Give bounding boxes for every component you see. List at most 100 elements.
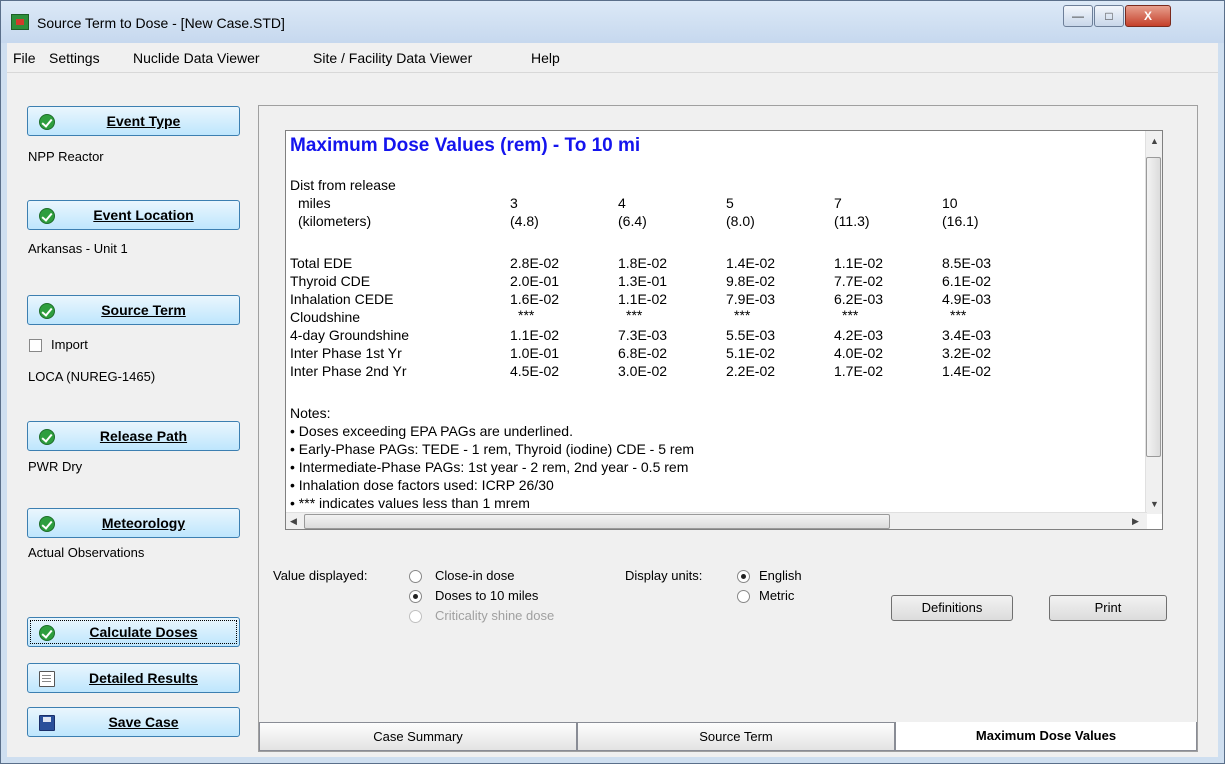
menu-nuclide-data-viewer[interactable]: Nuclide Data Viewer — [133, 50, 260, 66]
dose-value: 1.7E-02 — [834, 363, 884, 379]
dose-value: 4.5E-02 — [510, 363, 560, 379]
row-label: Inter Phase 2nd Yr — [290, 363, 407, 379]
main-panel: Maximum Dose Values (rem) - To 10 mi Dis… — [258, 105, 1198, 752]
criticality-shine-label: Criticality shine dose — [435, 608, 555, 623]
report-title: Maximum Dose Values (rem) - To 10 mi — [290, 135, 641, 156]
meteorology-label: Meteorology — [101, 515, 186, 531]
close-in-dose-label: Close-in dose — [435, 568, 515, 583]
scroll-down-icon[interactable]: ▼ — [1150, 499, 1159, 509]
dose-value: 6.8E-02 — [618, 345, 668, 361]
metric-radio[interactable] — [737, 590, 750, 603]
english-radio[interactable] — [737, 570, 750, 583]
row-label: Cloudshine — [290, 309, 361, 325]
km-value: (8.0) — [726, 213, 755, 229]
note-item: • Doses exceeding EPA PAGs are underline… — [290, 423, 573, 439]
scroll-right-icon[interactable]: ▶ — [1132, 516, 1139, 527]
tab-maximum-dose-values[interactable]: Maximum Dose Values — [895, 722, 1197, 751]
release-path-label: Release Path — [99, 428, 188, 444]
dose-value: 7.7E-02 — [834, 273, 884, 289]
dist-header: Dist from release — [290, 177, 396, 193]
note-item: • Early-Phase PAGs: TEDE - 1 rem, Thyroi… — [290, 441, 695, 457]
value-displayed-label: Value displayed: — [273, 568, 368, 583]
miles-value: 4 — [618, 195, 626, 211]
close-button[interactable]: X — [1125, 5, 1171, 27]
miles-value: 10 — [942, 195, 958, 211]
dose-value: 7.9E-03 — [726, 291, 776, 307]
row-label: Inhalation CEDE — [290, 291, 394, 307]
km-value: (11.3) — [834, 213, 870, 229]
scroll-up-icon[interactable]: ▲ — [1150, 136, 1159, 146]
event-location-value: Arkansas - Unit 1 — [28, 241, 128, 256]
client-area: Event Type NPP Reactor Event Location Ar… — [7, 73, 1218, 757]
dose-value: 2.0E-01 — [510, 273, 560, 289]
event-type-value: NPP Reactor — [28, 149, 104, 164]
dose-value: 2.2E-02 — [726, 363, 776, 379]
scroll-left-icon[interactable]: ◀ — [290, 516, 297, 527]
minimize-button[interactable]: — — [1063, 5, 1093, 27]
km-value: (6.4) — [618, 213, 647, 229]
save-case-label: Save Case — [108, 714, 179, 730]
window-title: Source Term to Dose - [New Case.STD] — [37, 15, 285, 31]
horizontal-scrollbar[interactable]: ◀ ▶ — [286, 512, 1147, 529]
dose-value: 1.4E-02 — [726, 255, 776, 271]
row-label: Thyroid CDE — [290, 273, 371, 289]
detailed-results-button[interactable]: Detailed Results — [27, 663, 240, 693]
dose-value: 1.1E-02 — [618, 291, 668, 307]
import-checkbox[interactable] — [29, 339, 42, 352]
miles-value: 3 — [510, 195, 518, 211]
dose-value: 6.2E-03 — [834, 291, 884, 307]
calculate-doses-button[interactable]: Calculate Doses — [27, 617, 240, 647]
miles-label: miles — [298, 195, 331, 211]
dose-value: 1.3E-01 — [618, 273, 668, 289]
horizontal-scroll-thumb[interactable] — [304, 514, 890, 529]
meteorology-button[interactable]: Meteorology — [27, 508, 240, 538]
source-term-button[interactable]: Source Term — [27, 295, 240, 325]
save-case-button[interactable]: Save Case — [27, 707, 240, 737]
display-units-label: Display units: — [625, 568, 703, 583]
dose-value: 1.1E-02 — [510, 327, 560, 343]
metric-label: Metric — [759, 588, 795, 603]
english-label: English — [759, 568, 802, 583]
dose-value: 2.8E-02 — [510, 255, 560, 271]
menu-settings[interactable]: Settings — [49, 50, 100, 66]
dose-value: 6.1E-02 — [942, 273, 992, 289]
report-viewer[interactable]: Maximum Dose Values (rem) - To 10 mi Dis… — [285, 130, 1163, 530]
source-term-label: Source Term — [101, 302, 186, 318]
dose-value: *** — [734, 307, 751, 323]
maximize-button[interactable]: □ — [1094, 5, 1124, 27]
menu-bar: File Settings Nuclide Data Viewer Site /… — [7, 43, 1218, 73]
dose-value: 4.0E-02 — [834, 345, 884, 361]
title-bar[interactable]: Source Term to Dose - [New Case.STD] — □… — [1, 1, 1224, 43]
km-label: (kilometers) — [298, 213, 372, 229]
note-item: • Intermediate-Phase PAGs: 1st year - 2 … — [290, 459, 689, 475]
release-path-button[interactable]: Release Path — [27, 421, 240, 451]
criticality-shine-radio — [409, 610, 422, 623]
print-button[interactable]: Print — [1049, 595, 1167, 621]
event-location-label: Event Location — [93, 207, 194, 223]
meteorology-value: Actual Observations — [28, 545, 145, 560]
km-value: (4.8) — [510, 213, 539, 229]
menu-file[interactable]: File — [13, 50, 36, 66]
vertical-scrollbar[interactable]: ▲ ▼ — [1145, 131, 1162, 514]
event-type-button[interactable]: Event Type — [27, 106, 240, 136]
tab-source-term[interactable]: Source Term — [577, 722, 895, 751]
vertical-scroll-thumb[interactable] — [1146, 157, 1161, 457]
menu-help[interactable]: Help — [531, 50, 560, 66]
event-location-button[interactable]: Event Location — [27, 200, 240, 230]
tab-case-summary[interactable]: Case Summary — [259, 722, 577, 751]
dose-value: 8.5E-03 — [942, 255, 992, 271]
row-label: 4-day Groundshine — [290, 327, 410, 343]
dose-value: *** — [518, 307, 535, 323]
app-window: Source Term to Dose - [New Case.STD] — □… — [0, 0, 1225, 764]
miles-value: 7 — [834, 195, 842, 211]
close-in-dose-radio[interactable] — [409, 570, 422, 583]
dose-value: 4.2E-03 — [834, 327, 884, 343]
definitions-button[interactable]: Definitions — [891, 595, 1013, 621]
menu-site-facility-data-viewer[interactable]: Site / Facility Data Viewer — [313, 50, 472, 66]
dose-value: 5.5E-03 — [726, 327, 776, 343]
dose-value: *** — [950, 307, 967, 323]
doses-to-10-miles-radio[interactable] — [409, 590, 422, 603]
release-path-value: PWR Dry — [28, 459, 83, 474]
doses-to-10-miles-label: Doses to 10 miles — [435, 588, 539, 603]
row-label: Total EDE — [290, 255, 353, 271]
